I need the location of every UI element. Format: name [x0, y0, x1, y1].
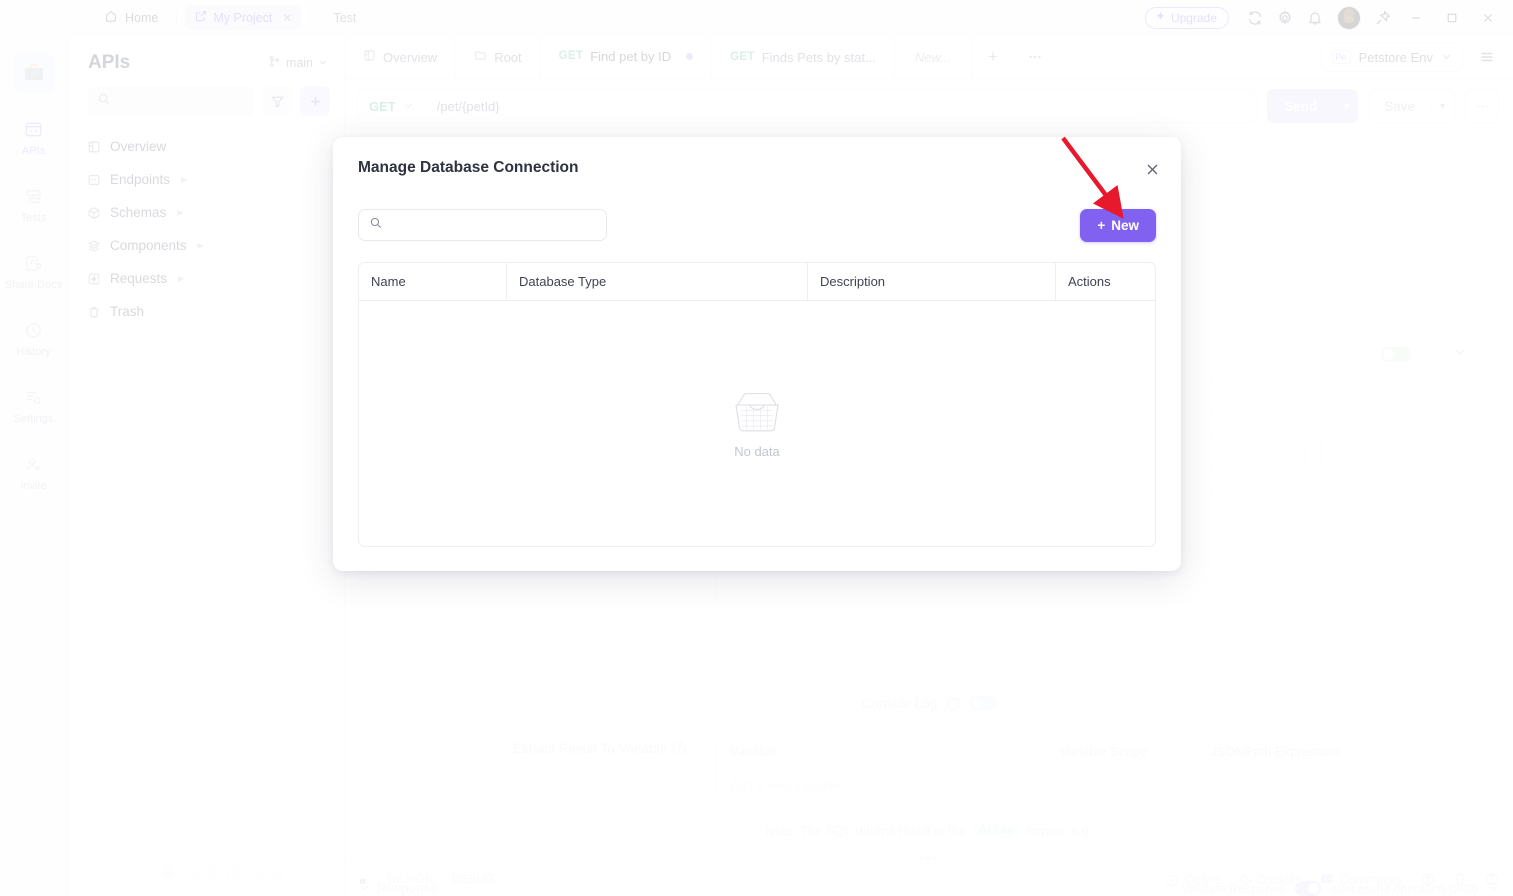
- database-search-box[interactable]: [358, 209, 607, 241]
- no-data-label: No data: [734, 443, 780, 459]
- search-input[interactable]: [391, 217, 596, 233]
- column-header-database-type: Database Type: [507, 263, 808, 300]
- new-connection-button[interactable]: + New: [1080, 208, 1156, 242]
- dialog-close-button[interactable]: [1142, 159, 1162, 179]
- app-window: Home My Project ✕ Test: [0, 0, 1513, 896]
- database-connections-table: Name Database Type Description Actions N…: [358, 262, 1156, 547]
- empty-basket-icon: [729, 389, 785, 440]
- dialog-title: Manage Database Connection: [358, 159, 579, 176]
- manage-database-connection-dialog: Manage Database Connection + New Name Da…: [333, 137, 1181, 571]
- column-header-description: Description: [808, 263, 1056, 300]
- table-empty-state: No data: [359, 301, 1155, 546]
- column-header-name: Name: [359, 263, 507, 300]
- new-button-label: New: [1111, 217, 1139, 233]
- search-icon: [369, 216, 383, 235]
- dialog-toolbar: + New: [358, 208, 1156, 242]
- table-header-row: Name Database Type Description Actions: [359, 263, 1155, 301]
- column-header-actions: Actions: [1068, 274, 1111, 289]
- plus-icon: +: [1097, 217, 1106, 233]
